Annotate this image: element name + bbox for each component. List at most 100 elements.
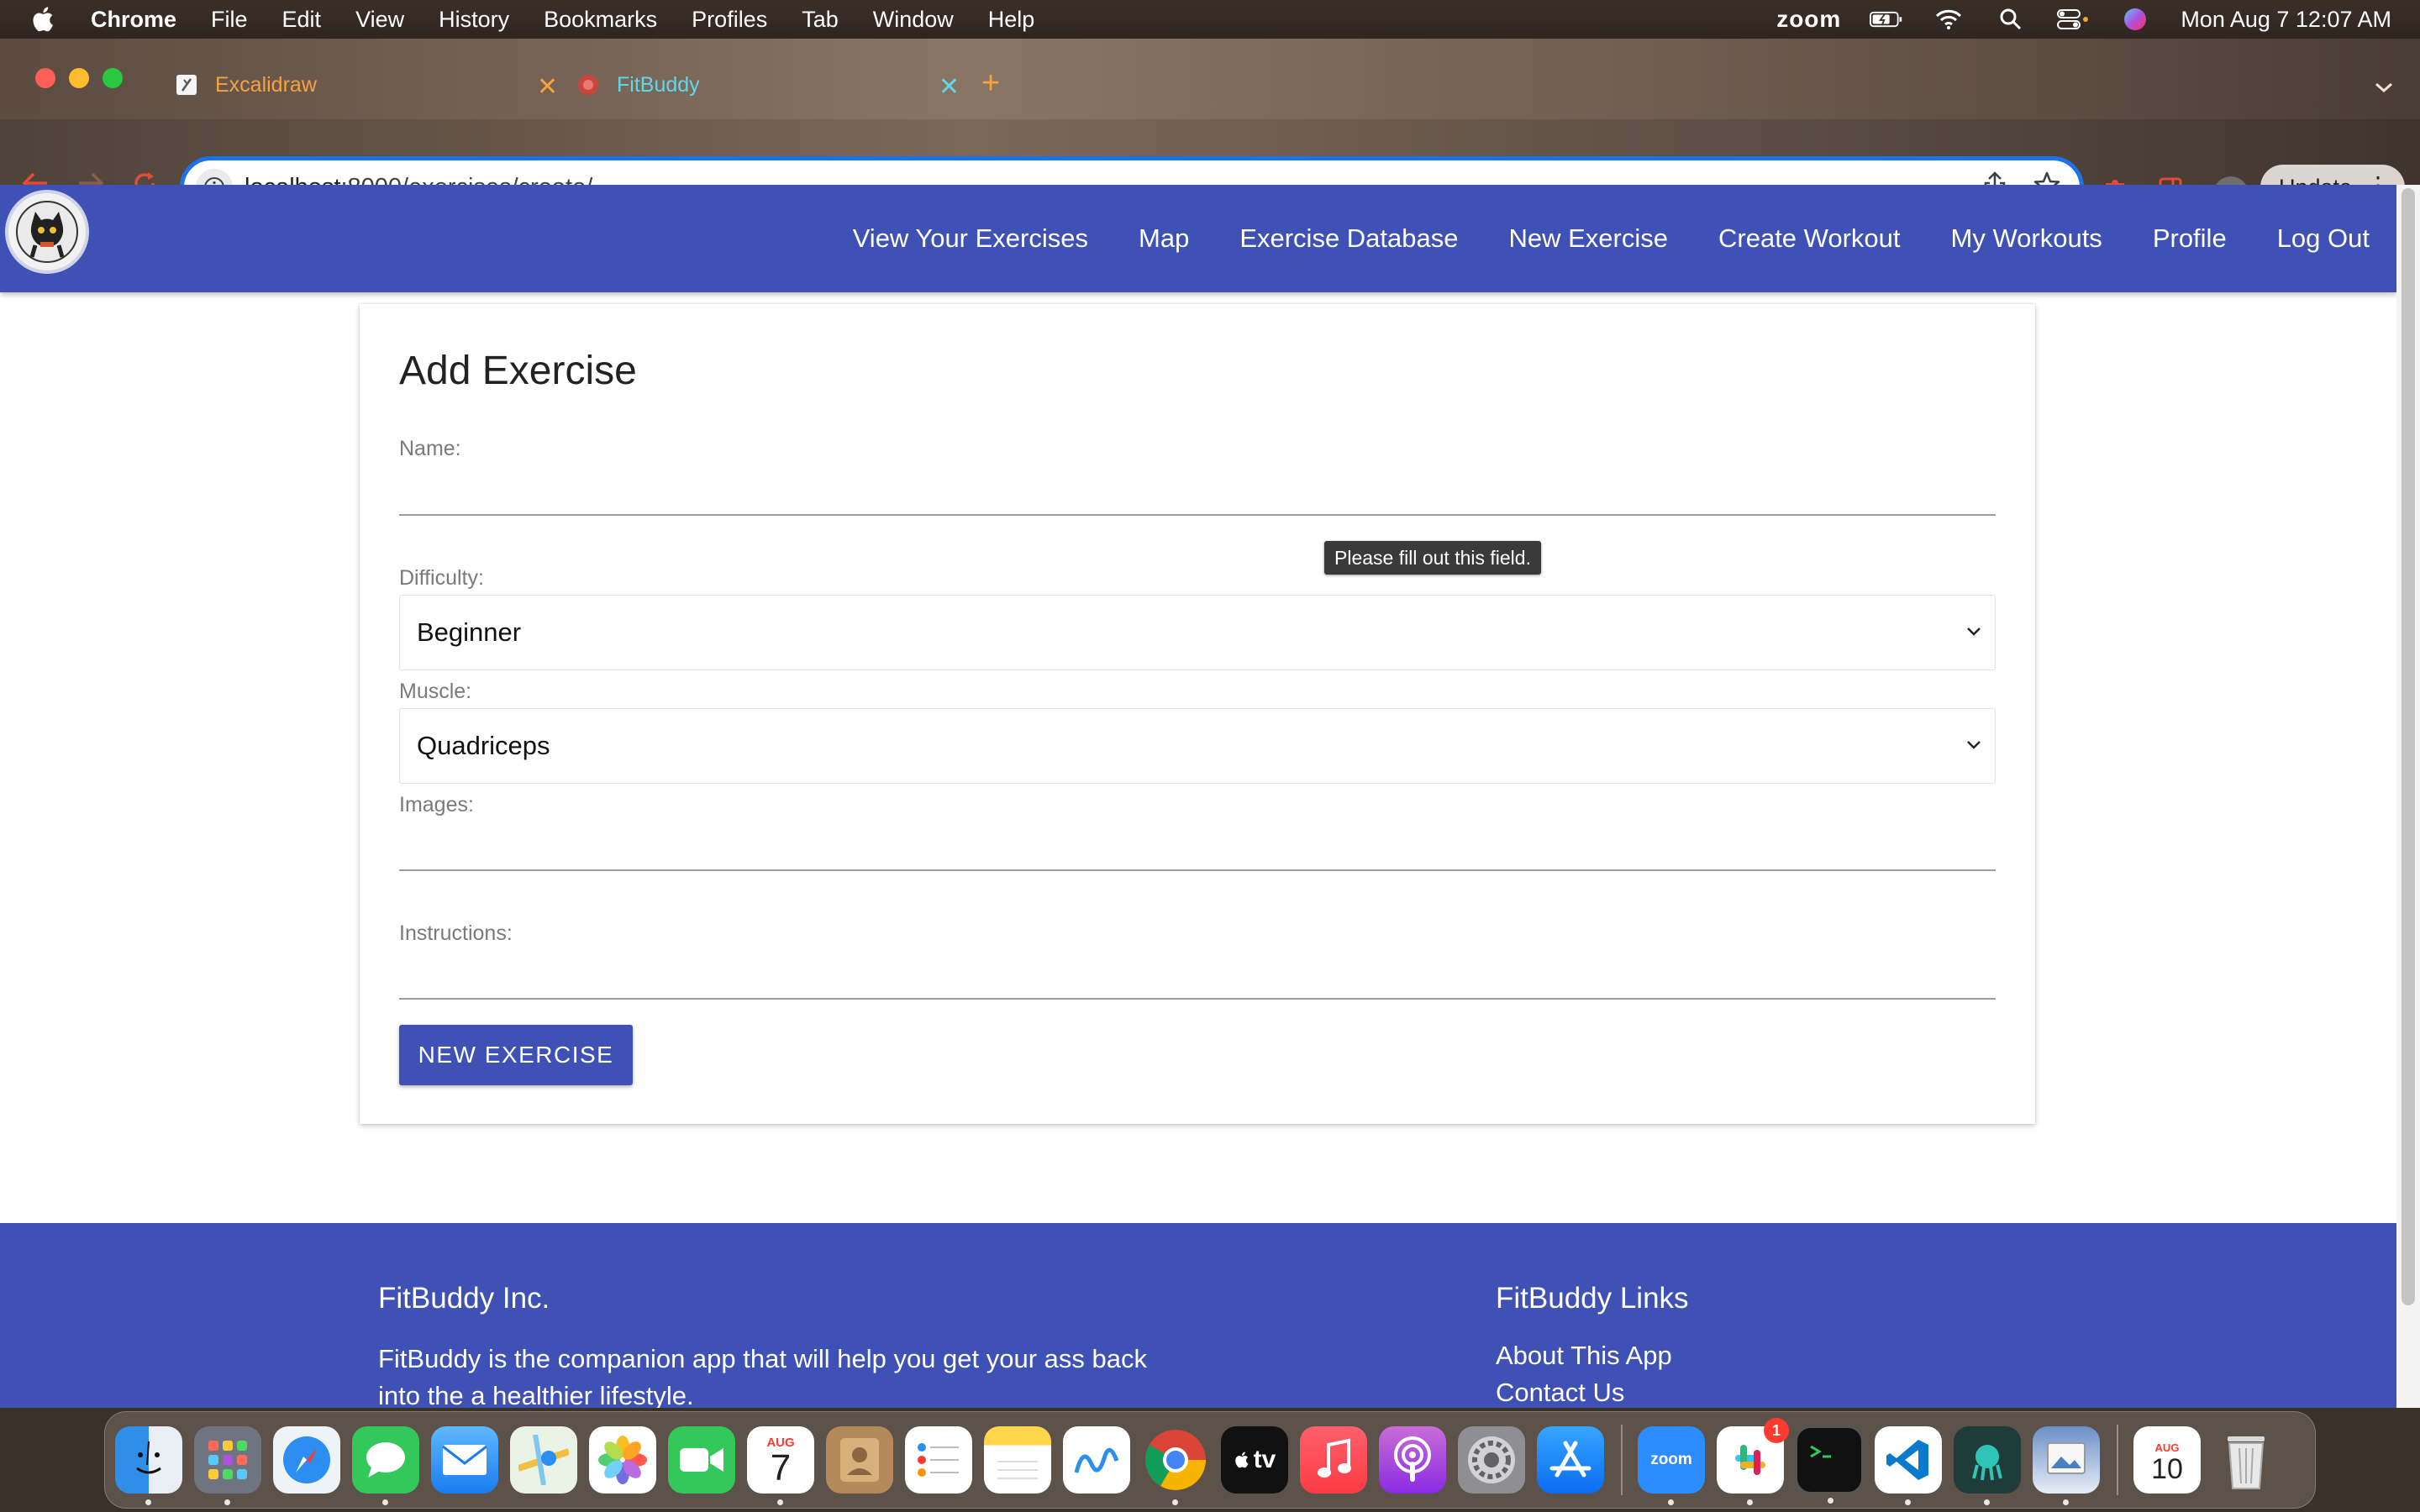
- running-indicator: [1172, 1499, 1178, 1505]
- running-indicator: [224, 1499, 230, 1505]
- window-minimize-button[interactable]: [69, 68, 89, 88]
- macos-dock-area: AUG 7 tv zoom 1 AUG 10: [0, 1408, 2420, 1512]
- apple-menu-icon[interactable]: [30, 5, 59, 34]
- menu-bar-clock[interactable]: Mon Aug 7 12:07 AM: [2181, 7, 2391, 33]
- name-input[interactable]: [399, 457, 1996, 516]
- facetime-icon[interactable]: [668, 1426, 735, 1494]
- close-tab-icon[interactable]: ✕: [537, 72, 558, 102]
- window-zoom-button[interactable]: [103, 68, 123, 88]
- site-nav-links: View Your Exercises Map Exercise Databas…: [802, 185, 2370, 292]
- footer-company-title: FitBuddy Inc.: [378, 1282, 550, 1315]
- podcasts-icon[interactable]: [1379, 1426, 1446, 1494]
- fitbuddy-logo-icon[interactable]: [5, 190, 89, 274]
- nav-log-out[interactable]: Log Out: [2277, 223, 2370, 254]
- difficulty-selected-value: Beginner: [417, 617, 522, 647]
- new-tab-plus-icon[interactable]: +: [981, 67, 1000, 99]
- chrome-icon[interactable]: [1142, 1426, 1209, 1505]
- menu-bookmarks[interactable]: Bookmarks: [544, 7, 657, 33]
- freeform-icon[interactable]: [1063, 1426, 1130, 1494]
- vscode-icon[interactable]: [1875, 1426, 1942, 1505]
- difficulty-select[interactable]: Beginner: [399, 595, 1996, 670]
- finder-icon[interactable]: [115, 1426, 182, 1505]
- nav-create-workout[interactable]: Create Workout: [1718, 223, 1901, 254]
- mail-icon[interactable]: [431, 1426, 498, 1494]
- page-scrollbar[interactable]: [2396, 185, 2420, 1408]
- launchpad-icon[interactable]: [194, 1426, 261, 1505]
- safari-icon[interactable]: [273, 1426, 340, 1494]
- new-exercise-submit-button[interactable]: NEW EXERCISE: [399, 1025, 633, 1085]
- control-center-icon[interactable]: [2056, 7, 2090, 32]
- nav-my-workouts[interactable]: My Workouts: [1951, 223, 2102, 254]
- running-indicator: [1747, 1499, 1753, 1505]
- system-settings-icon[interactable]: [1458, 1426, 1525, 1494]
- zoom-app-label: zoom: [1650, 1451, 1692, 1468]
- nav-map[interactable]: Map: [1139, 223, 1189, 254]
- slack-icon[interactable]: 1: [1717, 1418, 1789, 1505]
- macos-menu-bar: Chrome File Edit View History Bookmarks …: [0, 0, 2420, 39]
- maps-icon[interactable]: [510, 1426, 577, 1494]
- wifi-icon[interactable]: [1932, 7, 1965, 32]
- menu-help[interactable]: Help: [988, 7, 1035, 33]
- slack-notification-badge: 1: [1764, 1418, 1789, 1443]
- music-icon[interactable]: [1300, 1426, 1367, 1494]
- web-page: View Your Exercises Map Exercise Databas…: [0, 185, 2396, 1408]
- battery-icon[interactable]: [1870, 7, 1903, 32]
- menu-window[interactable]: Window: [873, 7, 954, 33]
- apple-tv-label: tv: [1253, 1446, 1276, 1473]
- menu-app-name[interactable]: Chrome: [91, 7, 176, 33]
- footer-company-text: FitBuddy is the companion app that will …: [378, 1344, 1148, 1408]
- nav-new-exercise[interactable]: New Exercise: [1509, 223, 1669, 254]
- running-indicator: [777, 1499, 783, 1505]
- trash-icon[interactable]: [2212, 1426, 2280, 1494]
- nav-profile[interactable]: Profile: [2153, 223, 2227, 254]
- menu-history[interactable]: History: [439, 7, 509, 33]
- zoom-status-item[interactable]: zoom: [1776, 6, 1841, 33]
- photos-icon[interactable]: [589, 1426, 656, 1494]
- terminal-icon[interactable]: [1796, 1426, 1863, 1504]
- reminders-icon[interactable]: [905, 1426, 972, 1494]
- chevron-down-icon: [1967, 741, 1981, 749]
- tab-search-chevron-icon[interactable]: [2375, 76, 2393, 99]
- muscle-label: Muscle:: [399, 680, 472, 703]
- menu-tab[interactable]: Tab: [802, 7, 839, 33]
- app-store-icon[interactable]: [1537, 1426, 1604, 1494]
- menu-view[interactable]: View: [355, 7, 404, 33]
- menu-file[interactable]: File: [211, 7, 248, 33]
- tab-excalidraw[interactable]: Excalidraw ✕: [175, 64, 570, 106]
- menu-edit[interactable]: Edit: [282, 7, 322, 33]
- calendar-stack-icon[interactable]: AUG 10: [2133, 1426, 2201, 1494]
- muscle-selected-value: Quadriceps: [417, 731, 550, 760]
- chrome-window: Excalidraw ✕ FitBuddy ✕ + loca: [0, 39, 2420, 1408]
- running-indicator: [1828, 1498, 1833, 1504]
- calendar-icon[interactable]: AUG 7: [747, 1426, 814, 1505]
- muscle-select[interactable]: Quadriceps: [399, 708, 1996, 784]
- site-navbar: View Your Exercises Map Exercise Databas…: [0, 185, 2396, 292]
- apple-tv-icon[interactable]: tv: [1221, 1426, 1288, 1494]
- nav-exercise-database[interactable]: Exercise Database: [1239, 223, 1458, 254]
- calendar-day: 7: [770, 1446, 792, 1488]
- excalidraw-favicon-icon: [175, 73, 198, 97]
- notes-icon[interactable]: [984, 1426, 1051, 1494]
- window-close-button[interactable]: [35, 68, 55, 88]
- close-tab-icon[interactable]: ✕: [939, 72, 960, 102]
- messages-icon[interactable]: [352, 1426, 419, 1505]
- nav-view-your-exercises[interactable]: View Your Exercises: [853, 223, 1088, 254]
- instructions-input[interactable]: [399, 941, 1996, 1000]
- gitkraken-icon[interactable]: [1954, 1426, 2021, 1505]
- zoom-app-icon[interactable]: zoom: [1638, 1426, 1705, 1505]
- contacts-icon[interactable]: [826, 1426, 893, 1494]
- menu-profiles[interactable]: Profiles: [692, 7, 767, 33]
- footer-link-about[interactable]: About This App: [1496, 1341, 1672, 1371]
- tab-title: FitBuddy: [617, 72, 700, 97]
- footer-links-title: FitBuddy Links: [1496, 1282, 1689, 1315]
- images-input[interactable]: [399, 812, 1996, 871]
- tab-strip: Excalidraw ✕ FitBuddy ✕ +: [0, 39, 2420, 119]
- preview-icon[interactable]: [2033, 1426, 2100, 1505]
- calendar-stack-day: 10: [2151, 1452, 2183, 1485]
- siri-icon[interactable]: [2118, 7, 2152, 32]
- dock-separator: [2117, 1425, 2118, 1495]
- scrollbar-thumb[interactable]: [2402, 188, 2415, 1305]
- spotlight-search-icon[interactable]: [1994, 7, 2028, 32]
- tab-fitbuddy[interactable]: FitBuddy ✕: [576, 64, 971, 106]
- footer-link-contact[interactable]: Contact Us: [1496, 1378, 1624, 1408]
